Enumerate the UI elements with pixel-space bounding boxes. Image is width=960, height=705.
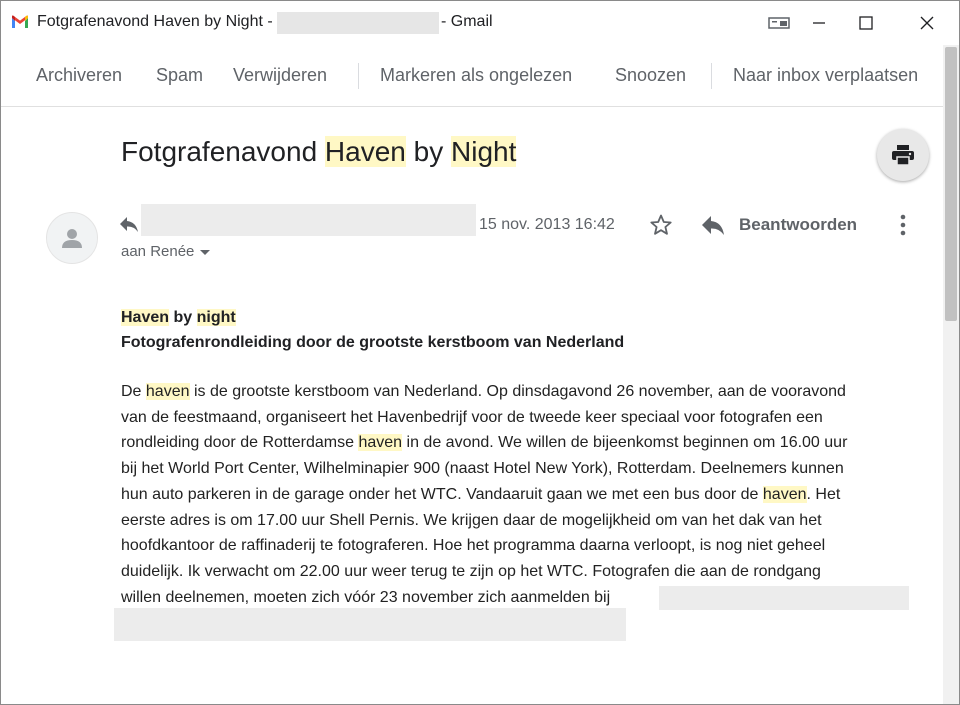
body-line: hun auto parkeren in de garage onder het… xyxy=(121,482,921,508)
redacted-contact xyxy=(114,608,626,641)
body-highlight: haven xyxy=(358,434,403,452)
heading-line: Haven by night xyxy=(121,305,624,330)
redacted-sender xyxy=(141,204,476,236)
print-button[interactable] xyxy=(877,129,929,181)
delete-button[interactable]: Verwijderen xyxy=(233,65,327,86)
replied-indicator-icon xyxy=(120,217,138,232)
popout-button[interactable] xyxy=(759,9,799,37)
subject-highlight: Night xyxy=(451,136,517,167)
spam-button[interactable]: Spam xyxy=(156,65,203,86)
subject-text: by xyxy=(405,136,451,167)
redacted-contact xyxy=(659,586,909,610)
email-subject: Fotgrafenavond Haven by Night xyxy=(121,136,517,168)
email-date: 15 nov. 2013 16:42 xyxy=(479,216,615,233)
gmail-window: Fotgrafenavond Haven by Night - - Gmail xyxy=(0,0,960,705)
minimize-icon xyxy=(813,22,825,24)
toolbar-divider xyxy=(358,63,359,89)
body-line: van de feestmaand, organiseert het Haven… xyxy=(121,408,823,426)
body-text: willen deelnemen, moeten zich vóór 23 no… xyxy=(121,588,611,606)
maximize-icon xyxy=(859,16,873,30)
mark-unread-button[interactable]: Markeren als ongelezen xyxy=(380,65,572,86)
body-line: hoofdkantoor de raffinaderij te fotograf… xyxy=(121,537,826,555)
close-button[interactable] xyxy=(907,9,947,37)
heading-highlight: Haven xyxy=(121,309,170,326)
action-toolbar: Archiveren Spam Verwijderen Markeren als… xyxy=(1,45,959,107)
maximize-button[interactable] xyxy=(846,9,886,37)
recipient-details-toggle[interactable]: aan Renée xyxy=(121,243,211,260)
body-line: duidelijk. Ik verwacht om 22.00 uur weer… xyxy=(121,562,821,580)
scrollbar-thumb[interactable] xyxy=(945,47,957,321)
toolbar-divider xyxy=(711,63,712,89)
body-line: rondleiding door de Rotterdamse haven in… xyxy=(121,430,921,456)
body-line: De haven is de grootste kerstboom van Ne… xyxy=(121,379,921,405)
redacted-title-sender xyxy=(277,12,439,34)
minimize-button[interactable] xyxy=(799,9,839,37)
more-options-icon[interactable] xyxy=(893,212,913,238)
window-title-suffix: - Gmail xyxy=(441,13,493,30)
close-icon xyxy=(920,16,934,30)
printer-icon xyxy=(892,145,914,166)
email-body-heading: Haven by night Fotografenrondleiding doo… xyxy=(121,305,624,355)
body-text: rondleiding door de Rotterdamse xyxy=(121,434,359,452)
person-icon xyxy=(62,229,82,248)
heading-text: by xyxy=(169,309,197,326)
body-highlight: haven xyxy=(145,383,190,400)
star-icon[interactable] xyxy=(649,213,673,237)
body-text: . Het xyxy=(806,485,841,503)
body-text: hun auto parkeren in de garage onder het… xyxy=(121,485,763,503)
body-highlight: haven xyxy=(762,485,807,503)
chevron-down-icon xyxy=(200,249,211,255)
sender-avatar[interactable] xyxy=(46,212,98,264)
body-line: eerste adres is om 17.00 uur Shell Perni… xyxy=(121,511,822,529)
snooze-button[interactable]: Snoozen xyxy=(615,65,686,86)
heading-line: Fotografenrondleiding door de grootste k… xyxy=(121,334,625,351)
body-text: De xyxy=(121,383,146,400)
body-text: is de grootste kerstboom van Nederland. … xyxy=(189,383,846,400)
window-title: Fotgrafenavond Haven by Night - xyxy=(37,13,273,30)
gmail-icon xyxy=(12,15,28,28)
body-line: bij het World Port Center, Wilhelminapie… xyxy=(121,460,844,478)
subject-text: Fotgrafenavond xyxy=(121,136,325,167)
title-bar: Fotgrafenavond Haven by Night - - Gmail xyxy=(1,1,959,45)
body-text: in de avond. We willen de bijeenkomst be… xyxy=(402,434,848,452)
heading-highlight: night xyxy=(196,309,236,326)
recipient-label: aan Renée xyxy=(121,243,195,260)
popout-icon xyxy=(768,17,790,29)
subject-highlight: Haven xyxy=(324,136,406,167)
reply-icon[interactable] xyxy=(701,214,725,236)
email-body: De haven is de grootste kerstboom van Ne… xyxy=(121,379,921,610)
archive-button[interactable]: Archiveren xyxy=(36,65,122,86)
reply-button[interactable]: Beantwoorden xyxy=(739,215,857,235)
move-to-inbox-button[interactable]: Naar inbox verplaatsen xyxy=(733,65,918,86)
